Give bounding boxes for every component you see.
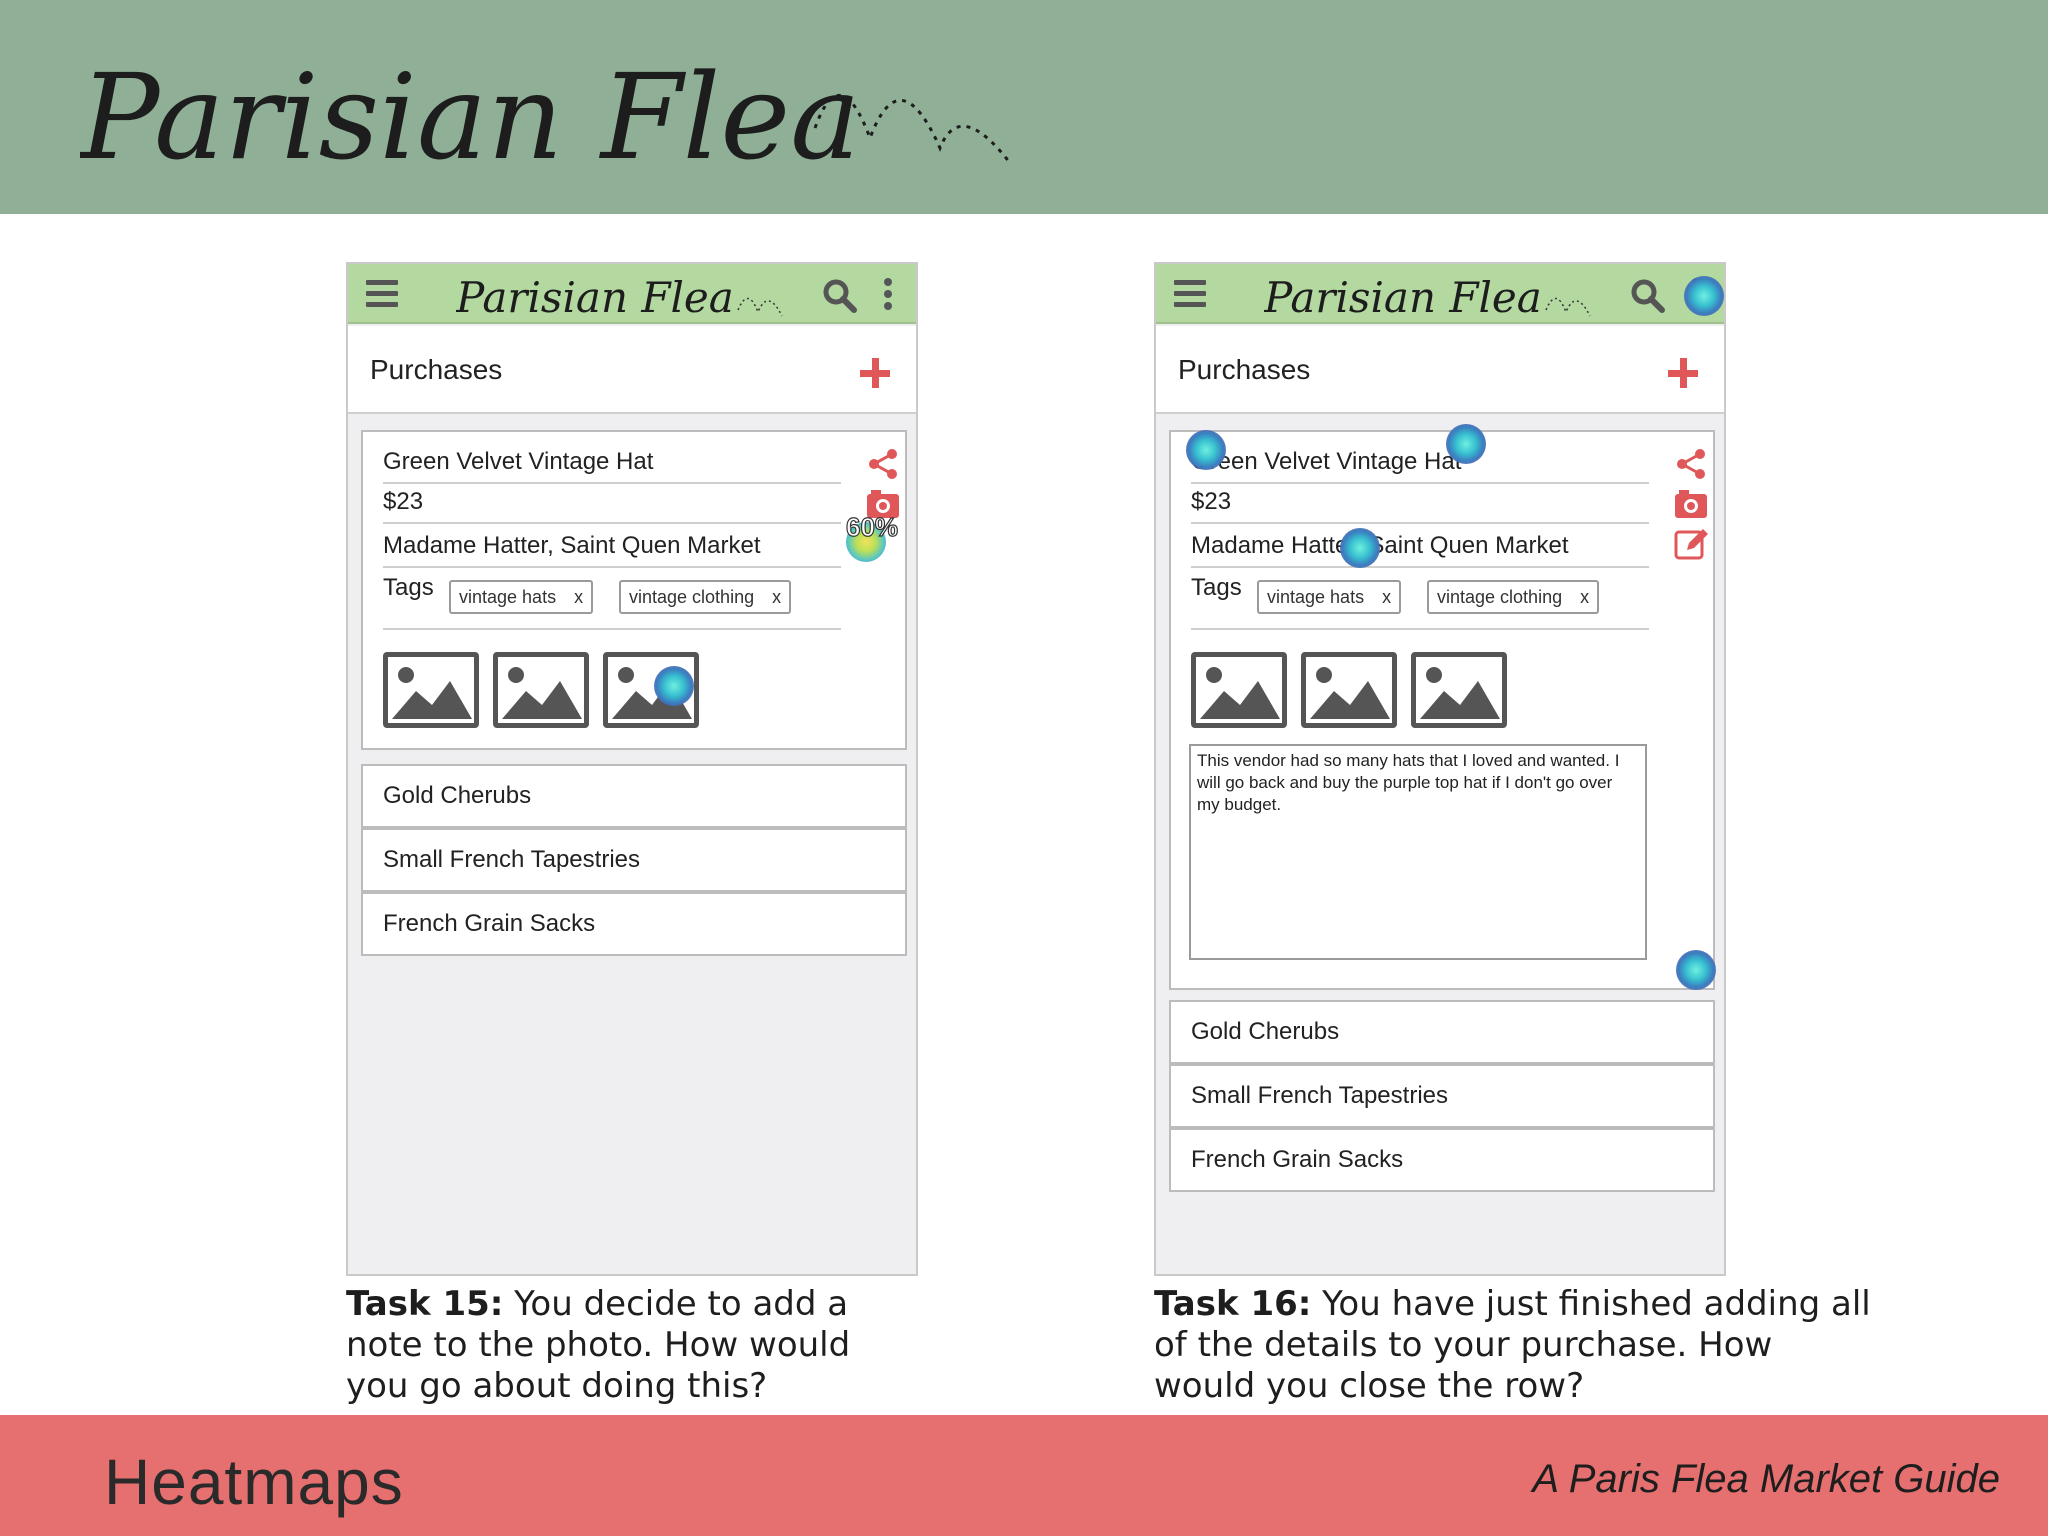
expanded-purchase-card[interactable]: Green Velvet Vintage Hat $23 Madame Hatt… (1169, 430, 1715, 990)
search-icon[interactable] (1630, 278, 1666, 314)
add-icon[interactable] (1668, 358, 1698, 388)
heatmap-click-dot (1676, 950, 1716, 990)
purchases-title: Purchases (370, 354, 503, 385)
menu-icon[interactable] (366, 280, 398, 308)
list-item-label: French Grain Sacks (1191, 1146, 1404, 1173)
app-header: Parisian Flea (1156, 264, 1724, 324)
image-placeholder-icon (1310, 667, 1390, 719)
task-caption: Task 16: You have just finished adding a… (1154, 1284, 1874, 1407)
tags-label: Tags (1191, 574, 1242, 601)
task-number: Task 16: (1154, 1284, 1312, 1324)
tag-label: vintage clothing (629, 587, 755, 607)
task-number: Task 15: (346, 1284, 504, 1324)
svg-text:Parisian Flea: Parisian Flea (456, 273, 734, 322)
tag-chip[interactable]: vintage clothing x (1427, 580, 1600, 614)
photo-thumbnail[interactable] (493, 652, 589, 728)
photo-thumbnail[interactable] (383, 652, 479, 728)
note-textarea[interactable]: This vendor had so many hats that I love… (1189, 744, 1647, 960)
item-price[interactable]: $23 (383, 488, 423, 516)
tag-label: vintage clothing (1437, 587, 1563, 607)
divider (383, 482, 841, 484)
camera-icon[interactable] (1673, 486, 1709, 522)
item-vendor[interactable]: Madame Hatter, Saint Quen Market (383, 532, 761, 560)
slide-title: Heatmaps (104, 1446, 404, 1518)
list-item[interactable]: Gold Cherubs (1169, 1000, 1715, 1064)
heatmap-click-dot (1446, 424, 1486, 464)
tag-chip[interactable]: vintage hats x (1257, 580, 1402, 614)
list-item-label: Small French Tapestries (1191, 1082, 1448, 1109)
item-price[interactable]: $23 (1191, 488, 1231, 516)
heatmap-click-dot (1340, 528, 1380, 568)
phone-mockup-task-16: Parisian Flea Purchases Green Velvet Vin… (1154, 262, 1726, 1276)
svg-text:Parisian Flea: Parisian Flea (1264, 273, 1542, 322)
list-item[interactable]: French Grain Sacks (361, 892, 907, 956)
tag-remove-icon[interactable]: x (1382, 587, 1391, 607)
tag-remove-icon[interactable]: x (1580, 587, 1589, 607)
item-name[interactable]: Green Velvet Vintage Hat (1191, 448, 1461, 476)
slide-subtitle: A Paris Flea Market Guide (1532, 1457, 2000, 1501)
purchases-bar: Purchases (1156, 326, 1724, 414)
app-logo: Parisian Flea (1264, 273, 1591, 322)
image-placeholder-icon (392, 667, 472, 719)
heatmap-click-dot (654, 666, 694, 706)
item-name[interactable]: Green Velvet Vintage Hat (383, 448, 653, 476)
tag-label: vintage hats (1267, 587, 1365, 607)
photo-thumbnail[interactable] (1301, 652, 1397, 728)
tag-remove-icon[interactable]: x (574, 587, 583, 607)
heatmap-percentage: 60% (845, 511, 899, 542)
heatmap-click-dot (1684, 276, 1724, 316)
list-item[interactable]: French Grain Sacks (1169, 1128, 1715, 1192)
purchases-bar: Purchases (348, 326, 916, 414)
task-caption: Task 15: You decide to add a note to the… (346, 1284, 906, 1407)
list-item[interactable]: Small French Tapestries (1169, 1064, 1715, 1128)
list-item-label: Gold Cherubs (1191, 1018, 1340, 1045)
tag-chip[interactable]: vintage hats x (449, 580, 594, 614)
bottom-banner: Heatmaps A Paris Flea Market Guide (0, 1415, 2048, 1536)
add-icon[interactable] (860, 358, 890, 388)
divider (383, 522, 841, 524)
expanded-purchase-card[interactable]: Green Velvet Vintage Hat $23 Madame Hatt… (361, 430, 907, 750)
photo-thumbnail[interactable] (1411, 652, 1507, 728)
phone-mockup-task-15: Parisian Flea Purchases Green Velvet Vin… (346, 262, 918, 1276)
list-item-label: Small French Tapestries (383, 846, 640, 873)
list-item-label: French Grain Sacks (383, 910, 596, 937)
divider (1191, 566, 1649, 568)
app-header: Parisian Flea (348, 264, 916, 324)
divider (1191, 522, 1649, 524)
logo-wordmark: Parisian Flea (80, 48, 861, 186)
purchases-title: Purchases (1178, 354, 1311, 385)
menu-icon[interactable] (1174, 280, 1206, 308)
parisian-flea-logo: Parisian Flea (80, 48, 1012, 186)
app-logo: Parisian Flea (456, 273, 783, 322)
kebab-icon[interactable] (884, 278, 894, 312)
tag-chip[interactable]: vintage clothing x (619, 580, 792, 614)
edit-icon[interactable] (1673, 526, 1709, 562)
photo-thumbnail[interactable] (1191, 652, 1287, 728)
tags-label: Tags (383, 574, 434, 601)
tag-remove-icon[interactable]: x (772, 587, 781, 607)
list-item[interactable]: Small French Tapestries (361, 828, 907, 892)
share-icon[interactable] (865, 446, 901, 482)
image-placeholder-icon (1420, 667, 1500, 719)
list-item[interactable]: Gold Cherubs (361, 764, 907, 828)
divider (383, 566, 841, 568)
image-placeholder-icon (502, 667, 582, 719)
divider (1191, 482, 1649, 484)
divider (1191, 628, 1649, 630)
tag-label: vintage hats (459, 587, 557, 607)
top-banner: Parisian Flea (0, 0, 2048, 214)
search-icon[interactable] (822, 278, 858, 314)
image-placeholder-icon (1200, 667, 1280, 719)
heatmap-click-dot (1186, 430, 1226, 470)
share-icon[interactable] (1673, 446, 1709, 482)
list-item-label: Gold Cherubs (383, 782, 532, 809)
divider (383, 628, 841, 630)
